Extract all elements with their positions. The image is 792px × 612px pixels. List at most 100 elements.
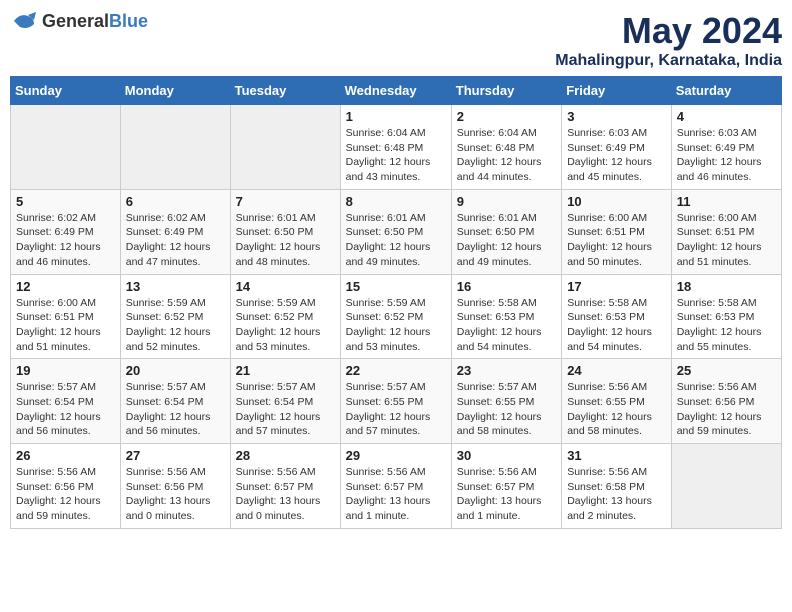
title-area: May 2024 Mahalingpur, Karnataka, India: [555, 10, 782, 70]
logo-icon: [10, 10, 38, 32]
day-info: Sunrise: 5:57 AM Sunset: 6:54 PM Dayligh…: [126, 380, 225, 439]
calendar-cell: 19 Sunrise: 5:57 AM Sunset: 6:54 PM Dayli…: [11, 359, 121, 444]
calendar-cell: 21Sunrise: 5:57 AM Sunset: 6:54 PM Dayli…: [230, 359, 340, 444]
calendar-cell: [671, 444, 781, 529]
day-info: Sunrise: 6:01 AM Sunset: 6:50 PM Dayligh…: [236, 211, 335, 270]
calendar-cell: 6Sunrise: 6:02 AM Sunset: 6:49 PM Daylig…: [120, 189, 230, 274]
week-row-1: 1 Sunrise: 6:04 AM Sunset: 6:48 PM Daylig…: [11, 105, 782, 190]
day-number: 14: [236, 279, 335, 294]
calendar-cell: 8Sunrise: 6:01 AM Sunset: 6:50 PM Daylig…: [340, 189, 451, 274]
calendar-cell: [230, 105, 340, 190]
calendar-table: SundayMondayTuesdayWednesdayThursdayFrid…: [10, 76, 782, 529]
calendar-cell: 29 Sunrise: 5:56 AM Sunset: 6:57 PM Dayli…: [340, 444, 451, 529]
main-title: May 2024: [555, 10, 782, 52]
day-info: Sunrise: 5:57 AM Sunset: 6:55 PM Dayligh…: [346, 380, 446, 439]
calendar-cell: 30 Sunrise: 5:56 AM Sunset: 6:57 PM Dayli…: [451, 444, 561, 529]
calendar-cell: 15 Sunrise: 5:59 AM Sunset: 6:52 PM Dayli…: [340, 274, 451, 359]
weekday-header-friday: Friday: [562, 77, 672, 105]
day-number: 12: [16, 279, 115, 294]
calendar-cell: 7 Sunrise: 6:01 AM Sunset: 6:50 PM Daylig…: [230, 189, 340, 274]
day-number: 8: [346, 194, 446, 209]
calendar-cell: 31Sunrise: 5:56 AM Sunset: 6:58 PM Dayli…: [562, 444, 672, 529]
day-number: 19: [16, 363, 115, 378]
day-info: Sunrise: 5:58 AM Sunset: 6:53 PM Dayligh…: [567, 296, 666, 355]
calendar-cell: 16 Sunrise: 5:58 AM Sunset: 6:53 PM Dayli…: [451, 274, 561, 359]
day-number: 31: [567, 448, 666, 463]
day-number: 11: [677, 194, 776, 209]
calendar-cell: 4Sunrise: 6:03 AM Sunset: 6:49 PM Daylig…: [671, 105, 781, 190]
day-info: Sunrise: 5:56 AM Sunset: 6:56 PM Dayligh…: [677, 380, 776, 439]
calendar-cell: 14Sunrise: 5:59 AM Sunset: 6:52 PM Dayli…: [230, 274, 340, 359]
day-number: 9: [457, 194, 556, 209]
day-number: 17: [567, 279, 666, 294]
calendar-cell: 26Sunrise: 5:56 AM Sunset: 6:56 PM Dayli…: [11, 444, 121, 529]
day-number: 1: [346, 109, 446, 124]
calendar-cell: 9 Sunrise: 6:01 AM Sunset: 6:50 PM Daylig…: [451, 189, 561, 274]
calendar-cell: 13 Sunrise: 5:59 AM Sunset: 6:52 PM Dayli…: [120, 274, 230, 359]
day-info: Sunrise: 6:01 AM Sunset: 6:50 PM Dayligh…: [457, 211, 556, 270]
logo-general-text: General: [42, 11, 109, 32]
day-info: Sunrise: 5:56 AM Sunset: 6:57 PM Dayligh…: [346, 465, 446, 524]
weekday-header-thursday: Thursday: [451, 77, 561, 105]
calendar-cell: 11 Sunrise: 6:00 AM Sunset: 6:51 PM Dayli…: [671, 189, 781, 274]
day-info: Sunrise: 6:02 AM Sunset: 6:49 PM Dayligh…: [16, 211, 115, 270]
day-info: Sunrise: 5:57 AM Sunset: 6:54 PM Dayligh…: [236, 380, 335, 439]
day-info: Sunrise: 5:58 AM Sunset: 6:53 PM Dayligh…: [677, 296, 776, 355]
calendar-cell: 24Sunrise: 5:56 AM Sunset: 6:55 PM Dayli…: [562, 359, 672, 444]
day-info: Sunrise: 6:03 AM Sunset: 6:49 PM Dayligh…: [567, 126, 666, 185]
weekday-header-saturday: Saturday: [671, 77, 781, 105]
day-number: 20: [126, 363, 225, 378]
calendar-cell: 17 Sunrise: 5:58 AM Sunset: 6:53 PM Dayli…: [562, 274, 672, 359]
calendar-cell: [120, 105, 230, 190]
day-info: Sunrise: 5:59 AM Sunset: 6:52 PM Dayligh…: [126, 296, 225, 355]
day-info: Sunrise: 6:04 AM Sunset: 6:48 PM Dayligh…: [457, 126, 556, 185]
day-number: 30: [457, 448, 556, 463]
calendar-cell: 20 Sunrise: 5:57 AM Sunset: 6:54 PM Dayli…: [120, 359, 230, 444]
day-number: 4: [677, 109, 776, 124]
day-number: 13: [126, 279, 225, 294]
day-number: 16: [457, 279, 556, 294]
week-row-5: 26 Sunrise: 5:56 AM Sunset: 6:56 PM Dayli…: [11, 444, 782, 529]
day-info: Sunrise: 6:02 AM Sunset: 6:49 PM Dayligh…: [126, 211, 225, 270]
day-number: 18: [677, 279, 776, 294]
day-info: Sunrise: 5:56 AM Sunset: 6:56 PM Dayligh…: [126, 465, 225, 524]
day-info: Sunrise: 5:58 AM Sunset: 6:53 PM Dayligh…: [457, 296, 556, 355]
day-number: 15: [346, 279, 446, 294]
day-number: 7: [236, 194, 335, 209]
day-number: 26: [16, 448, 115, 463]
day-info: Sunrise: 5:56 AM Sunset: 6:57 PM Dayligh…: [457, 465, 556, 524]
day-info: Sunrise: 5:57 AM Sunset: 6:55 PM Dayligh…: [457, 380, 556, 439]
day-number: 28: [236, 448, 335, 463]
day-number: 29: [346, 448, 446, 463]
logo-blue-text: Blue: [109, 11, 148, 32]
week-row-3: 12 Sunrise: 6:00 AM Sunset: 6:51 PM Dayli…: [11, 274, 782, 359]
calendar-cell: 25Sunrise: 5:56 AM Sunset: 6:56 PM Dayli…: [671, 359, 781, 444]
calendar-cell: 28 Sunrise: 5:56 AM Sunset: 6:57 PM Dayli…: [230, 444, 340, 529]
day-info: Sunrise: 5:56 AM Sunset: 6:55 PM Dayligh…: [567, 380, 666, 439]
day-number: 5: [16, 194, 115, 209]
week-row-2: 5 Sunrise: 6:02 AM Sunset: 6:49 PM Daylig…: [11, 189, 782, 274]
weekday-header-monday: Monday: [120, 77, 230, 105]
week-row-4: 19 Sunrise: 5:57 AM Sunset: 6:54 PM Dayli…: [11, 359, 782, 444]
logo: General Blue: [10, 10, 148, 32]
calendar-cell: 1 Sunrise: 6:04 AM Sunset: 6:48 PM Daylig…: [340, 105, 451, 190]
calendar-cell: 12 Sunrise: 6:00 AM Sunset: 6:51 PM Dayli…: [11, 274, 121, 359]
day-info: Sunrise: 6:00 AM Sunset: 6:51 PM Dayligh…: [567, 211, 666, 270]
day-info: Sunrise: 5:57 AM Sunset: 6:54 PM Dayligh…: [16, 380, 115, 439]
day-info: Sunrise: 6:00 AM Sunset: 6:51 PM Dayligh…: [677, 211, 776, 270]
day-number: 10: [567, 194, 666, 209]
day-info: Sunrise: 6:04 AM Sunset: 6:48 PM Dayligh…: [346, 126, 446, 185]
day-info: Sunrise: 6:00 AM Sunset: 6:51 PM Dayligh…: [16, 296, 115, 355]
calendar-cell: 3 Sunrise: 6:03 AM Sunset: 6:49 PM Daylig…: [562, 105, 672, 190]
calendar-cell: 18 Sunrise: 5:58 AM Sunset: 6:53 PM Dayli…: [671, 274, 781, 359]
calendar-cell: 27 Sunrise: 5:56 AM Sunset: 6:56 PM Dayli…: [120, 444, 230, 529]
day-number: 3: [567, 109, 666, 124]
day-info: Sunrise: 5:59 AM Sunset: 6:52 PM Dayligh…: [346, 296, 446, 355]
weekday-header-wednesday: Wednesday: [340, 77, 451, 105]
header: General Blue May 2024 Mahalingpur, Karna…: [10, 10, 782, 70]
day-number: 27: [126, 448, 225, 463]
day-number: 22: [346, 363, 446, 378]
weekday-header-tuesday: Tuesday: [230, 77, 340, 105]
day-info: Sunrise: 5:56 AM Sunset: 6:57 PM Dayligh…: [236, 465, 335, 524]
calendar-cell: 10 Sunrise: 6:00 AM Sunset: 6:51 PM Dayli…: [562, 189, 672, 274]
